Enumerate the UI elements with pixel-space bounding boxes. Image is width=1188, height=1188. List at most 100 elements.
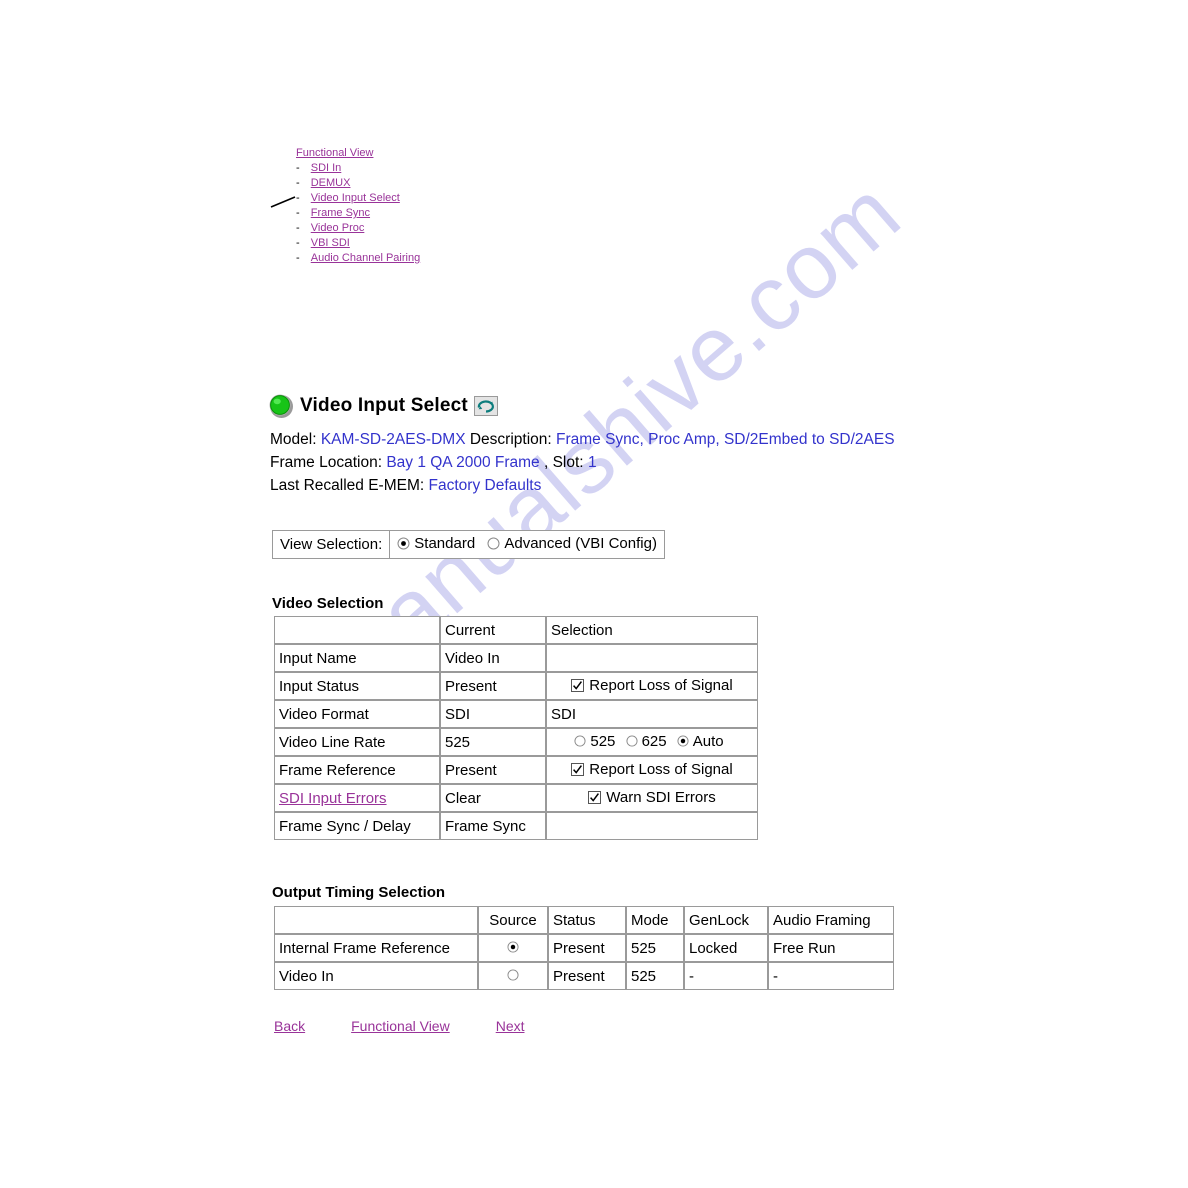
col-header-current: Current (440, 616, 546, 644)
nav-dash: - (296, 237, 300, 249)
nav-link-video-proc[interactable]: Video Proc (311, 222, 365, 234)
row-genlock-internal-frame-reference: Locked (684, 934, 768, 962)
frame-location-label: Frame Location: (270, 454, 382, 471)
row-label-frame-sync-delay: Frame Sync / Delay (274, 812, 440, 840)
nav-link-functional-view[interactable]: Functional View (296, 147, 373, 159)
table-row: Frame Reference Present Report Loss of S… (274, 756, 758, 784)
radio-on-icon (507, 940, 519, 953)
nav-dash: - (296, 252, 300, 264)
page-title: Video Input Select (300, 395, 468, 416)
nav-link-sdi-in[interactable]: SDI In (311, 162, 342, 174)
table-row: Input Status Present Report Loss of Sign… (274, 672, 758, 700)
radio-view-standard[interactable]: Standard (397, 535, 475, 552)
table-row: Video Format SDI SDI (274, 700, 758, 728)
radio-line-rate-auto[interactable]: Auto (677, 733, 724, 750)
nav-dash: - (296, 192, 300, 204)
row-selection-frame-reference: Report Loss of Signal (546, 756, 758, 784)
radio-line-rate-525-label: 525 (590, 732, 616, 750)
checkbox-checked-icon (571, 762, 585, 776)
view-selection-row: View Selection: Standard Advanced (VBI C… (272, 530, 665, 559)
checkbox-report-loss-of-signal-input[interactable]: Report Loss of Signal (571, 676, 733, 694)
checkbox-checked-icon (588, 790, 602, 804)
checkbox-report-loss-of-signal-frame[interactable]: Report Loss of Signal (571, 761, 733, 778)
row-mode-video-in: 525 (626, 962, 684, 990)
row-current-sdi-input-errors: Clear (440, 784, 546, 812)
row-genlock-video-in: - (684, 962, 768, 990)
table-row: Frame Sync / Delay Frame Sync (274, 812, 758, 840)
row-label-video-line-rate: Video Line Rate (274, 728, 440, 756)
col-header-selection: Selection (546, 616, 758, 644)
footer-links: Back Functional View Next (274, 1018, 525, 1034)
info-line-emem: Last Recalled E-MEM: Factory Defaults (270, 474, 895, 497)
radio-on-icon (677, 735, 689, 747)
row-label-input-status: Input Status (274, 672, 440, 700)
row-selection-frame-sync-delay (546, 812, 758, 840)
link-sdi-input-errors[interactable]: SDI Input Errors (279, 790, 387, 807)
nav-row: - Video Input Select (296, 191, 420, 206)
col-header-genlock: GenLock (684, 906, 768, 934)
radio-line-rate-625[interactable]: 625 (626, 733, 667, 750)
row-mode-internal-frame-reference: 525 (626, 934, 684, 962)
pointer-line-icon (270, 196, 296, 208)
row-current-input-name: Video In (440, 644, 546, 672)
checkbox-warn-sdi-errors[interactable]: Warn SDI Errors (588, 789, 716, 806)
nav-row: - DEMUX (296, 176, 420, 191)
page-title-row: Video Input Select (268, 393, 498, 419)
nav-link-frame-sync[interactable]: Frame Sync (311, 207, 370, 219)
view-selection-options: Standard Advanced (VBI Config) (390, 530, 665, 559)
slot-label: , Slot: (543, 454, 584, 471)
table-row: Internal Frame Reference Present 525 Loc… (274, 934, 894, 962)
checkbox-checked-icon (571, 678, 585, 692)
row-label-sdi-input-errors: SDI Input Errors (274, 784, 440, 812)
table-row: Video In Present 525 - - (274, 962, 894, 990)
row-source-internal-frame-reference[interactable] (478, 934, 548, 962)
col-header-status: Status (548, 906, 626, 934)
radio-off-icon (487, 537, 500, 550)
nav-dash: - (296, 207, 300, 219)
table-row: Input Name Video In (274, 644, 758, 672)
info-line-model: Model: KAM-SD-2AES-DMX Description: Fram… (270, 428, 895, 451)
nav-row: - VBI SDI (296, 236, 420, 251)
radio-off-icon (574, 735, 586, 747)
row-status-video-in: Present (548, 962, 626, 990)
status-led-icon (269, 394, 293, 418)
video-selection-heading: Video Selection (272, 595, 384, 612)
nav-link-vbi-sdi[interactable]: VBI SDI (311, 237, 350, 249)
nav-row: - SDI In (296, 161, 420, 176)
emem-label: Last Recalled E-MEM: (270, 477, 425, 494)
row-selection-video-line-rate: 525 625 Auto (546, 728, 758, 756)
table-row: Video Line Rate 525 525 625 Auto (274, 728, 758, 756)
row-source-video-in[interactable] (478, 962, 548, 990)
video-selection-table: Current Selection Input Name Video In In… (274, 616, 758, 840)
radio-line-rate-525[interactable]: 525 (574, 733, 615, 750)
row-status-internal-frame-reference: Present (548, 934, 626, 962)
nav-link-audio-channel-pairing[interactable]: Audio Channel Pairing (311, 252, 420, 264)
view-selection-table: View Selection: Standard Advanced (VBI C… (272, 530, 665, 559)
row-selection-sdi-input-errors: Warn SDI Errors (546, 784, 758, 812)
nav-link-video-input-select[interactable]: Video Input Select (311, 192, 400, 204)
row-label-internal-frame-reference: Internal Frame Reference (274, 934, 478, 962)
col-header-mode: Mode (626, 906, 684, 934)
row-label-frame-reference: Frame Reference (274, 756, 440, 784)
nav-dash: - (296, 177, 300, 189)
row-label-input-name: Input Name (274, 644, 440, 672)
checkbox-label: Report Loss of Signal (589, 676, 733, 694)
refresh-icon[interactable] (473, 396, 498, 416)
info-line-location: Frame Location: Bay 1 QA 2000 Frame , Sl… (270, 451, 895, 474)
device-info-block: Model: KAM-SD-2AES-DMX Description: Fram… (270, 428, 895, 497)
table-row: SDI Input Errors Clear Warn SDI Errors (274, 784, 758, 812)
link-functional-view[interactable]: Functional View (351, 1018, 450, 1034)
functional-view-nav: Functional View - SDI In - DEMUX - Video… (296, 146, 420, 266)
output-timing-table: Source Status Mode GenLock Audio Framing… (274, 906, 894, 990)
row-audio-framing-internal-frame-reference: Free Run (768, 934, 894, 962)
row-selection-input-status: Report Loss of Signal (546, 672, 758, 700)
nav-row: - Frame Sync (296, 206, 420, 221)
emem-value: Factory Defaults (428, 477, 542, 494)
radio-view-advanced[interactable]: Advanced (VBI Config) (487, 535, 657, 552)
radio-line-rate-625-label: 625 (641, 732, 667, 750)
table-header-row: Current Selection (274, 616, 758, 644)
link-back[interactable]: Back (274, 1018, 305, 1034)
link-next[interactable]: Next (496, 1018, 525, 1034)
nav-link-demux[interactable]: DEMUX (311, 177, 351, 189)
description-label: Description: (469, 431, 552, 448)
